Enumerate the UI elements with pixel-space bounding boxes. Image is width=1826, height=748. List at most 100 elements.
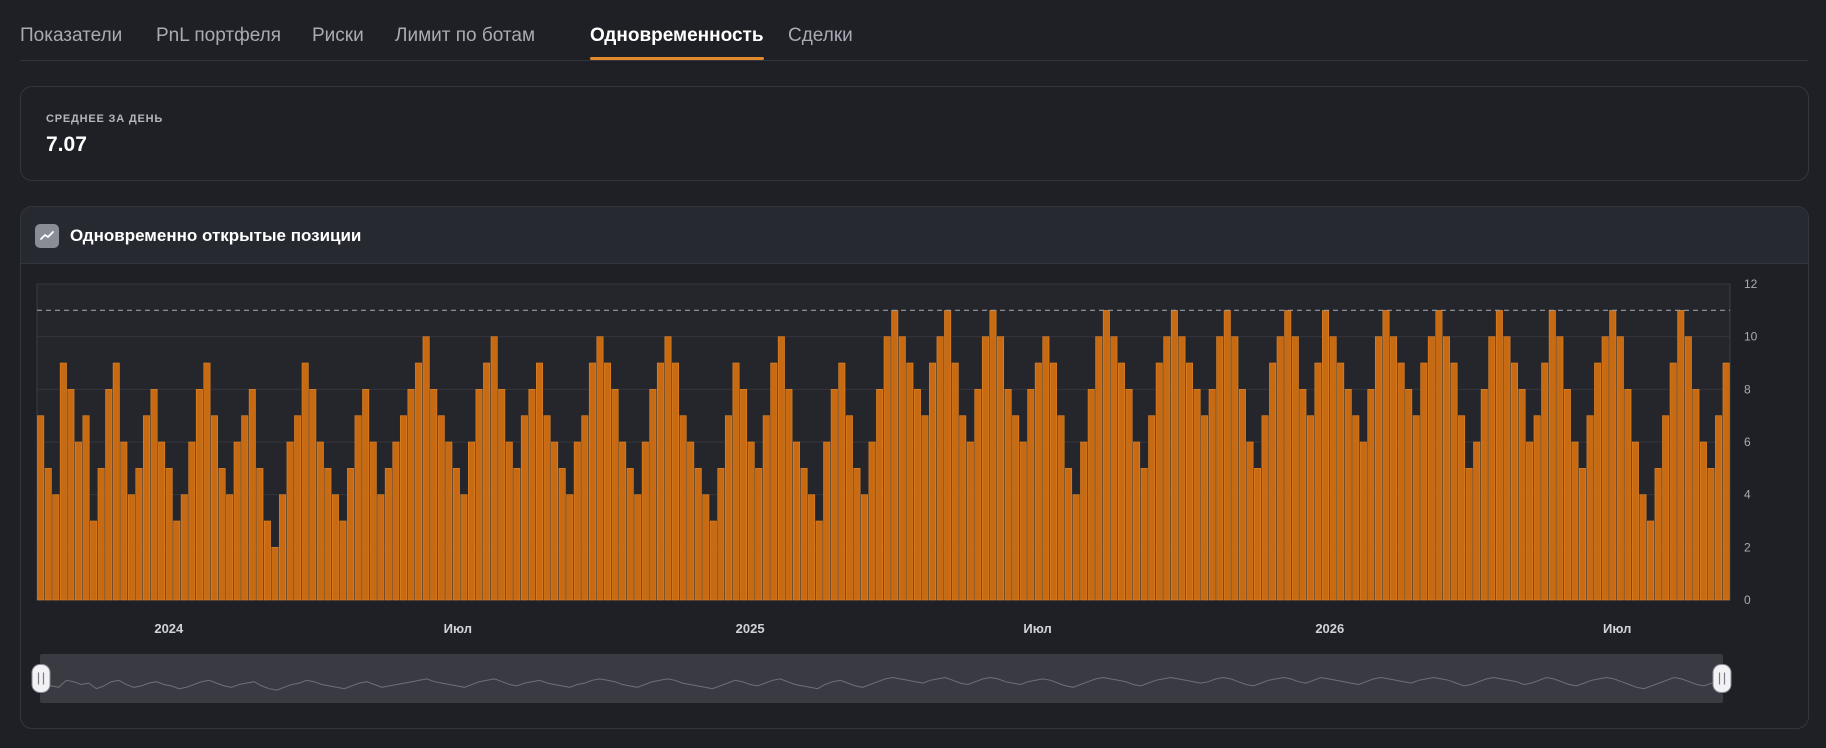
bar (921, 415, 929, 601)
bar (1563, 389, 1571, 601)
bar (1027, 389, 1035, 601)
bar (936, 336, 944, 601)
concurrency-chart: 0 2 4 6 8 10 12 2024 Июл 2025 Июл 2026 Июл (31, 277, 1758, 703)
bar (1125, 389, 1133, 601)
bar (1639, 494, 1647, 601)
bar (536, 362, 543, 601)
bar (989, 310, 997, 601)
bar (407, 389, 415, 601)
bar (180, 494, 188, 601)
bar (1571, 441, 1579, 601)
bar (1284, 310, 1292, 601)
bar (362, 389, 370, 601)
bar (649, 389, 657, 601)
bar (868, 441, 876, 601)
bar (490, 336, 498, 601)
bar (1329, 336, 1337, 601)
bar (1291, 336, 1299, 601)
bar (1231, 336, 1239, 601)
bar (747, 441, 755, 601)
bar (1269, 362, 1277, 601)
bar (566, 494, 574, 601)
bar (520, 415, 528, 601)
bar (286, 441, 294, 601)
bar (67, 389, 75, 601)
tab-deals[interactable]: Сделки (788, 24, 853, 48)
bar (1662, 415, 1670, 601)
bar (369, 441, 377, 601)
bar (90, 520, 98, 601)
bar (233, 441, 241, 601)
bar (377, 494, 385, 601)
bar (331, 494, 339, 601)
bar (59, 362, 67, 601)
bar (1594, 362, 1602, 601)
bar (1677, 310, 1685, 601)
bar (460, 494, 468, 601)
tab-riski[interactable]: Риски (312, 24, 364, 48)
bar (384, 468, 392, 601)
bar (1004, 389, 1012, 601)
bar (218, 468, 226, 601)
bar (165, 468, 173, 601)
daily-average-card: СРЕДНЕЕ ЗА ДЕНЬ (20, 86, 1809, 181)
bar (1488, 336, 1496, 601)
bar (324, 468, 332, 601)
bar (1654, 468, 1662, 601)
navigator-track (40, 654, 1723, 703)
bar (777, 336, 785, 601)
bar (1359, 441, 1367, 601)
bar (263, 520, 271, 601)
tab-concurrency[interactable]: Одновременность (590, 24, 764, 48)
bar (1548, 310, 1556, 601)
bar (997, 336, 1005, 601)
bar (1042, 336, 1050, 601)
bar (800, 468, 808, 601)
bar (1012, 415, 1020, 601)
bar (1427, 336, 1435, 601)
bar (740, 389, 748, 601)
bar (203, 362, 211, 601)
bar (1208, 389, 1216, 601)
bar (1601, 336, 1609, 601)
tab-limit-bots[interactable]: Лимит по ботам (395, 24, 535, 48)
tab-pokazateli[interactable]: Показатели (20, 24, 122, 48)
bar (1526, 441, 1534, 601)
bar (883, 336, 891, 601)
bar (1261, 415, 1269, 601)
bar (1518, 389, 1526, 601)
bar (808, 494, 816, 601)
bar (52, 494, 60, 601)
bar (316, 441, 324, 601)
bar (1352, 415, 1360, 601)
bar (1322, 310, 1330, 601)
bar (709, 520, 717, 601)
bar (732, 362, 740, 601)
bar (1087, 389, 1095, 601)
bar (672, 362, 680, 601)
bar (1420, 362, 1428, 601)
bar (702, 494, 710, 601)
bar (1140, 468, 1148, 601)
bar (1238, 389, 1246, 601)
bar (505, 441, 513, 601)
navigator-handle-right[interactable] (1712, 664, 1732, 693)
bar (513, 468, 521, 601)
bar (1722, 362, 1730, 601)
bar (1057, 415, 1065, 601)
bar (1367, 389, 1375, 601)
bar (974, 389, 982, 601)
bar (656, 362, 664, 601)
bar (1201, 415, 1209, 601)
bar (1533, 415, 1541, 601)
daily-average-label: СРЕДНЕЕ ЗА ДЕНЬ (46, 113, 164, 125)
bar (1699, 441, 1707, 601)
y-tick-label: 4 (1744, 488, 1751, 502)
bar (339, 520, 347, 601)
bar (452, 468, 460, 601)
tab-pnl[interactable]: PnL портфеля (156, 24, 281, 48)
bar (588, 362, 596, 601)
navigator-handle-left[interactable] (31, 664, 51, 693)
bar (845, 415, 853, 601)
bar (135, 468, 143, 601)
